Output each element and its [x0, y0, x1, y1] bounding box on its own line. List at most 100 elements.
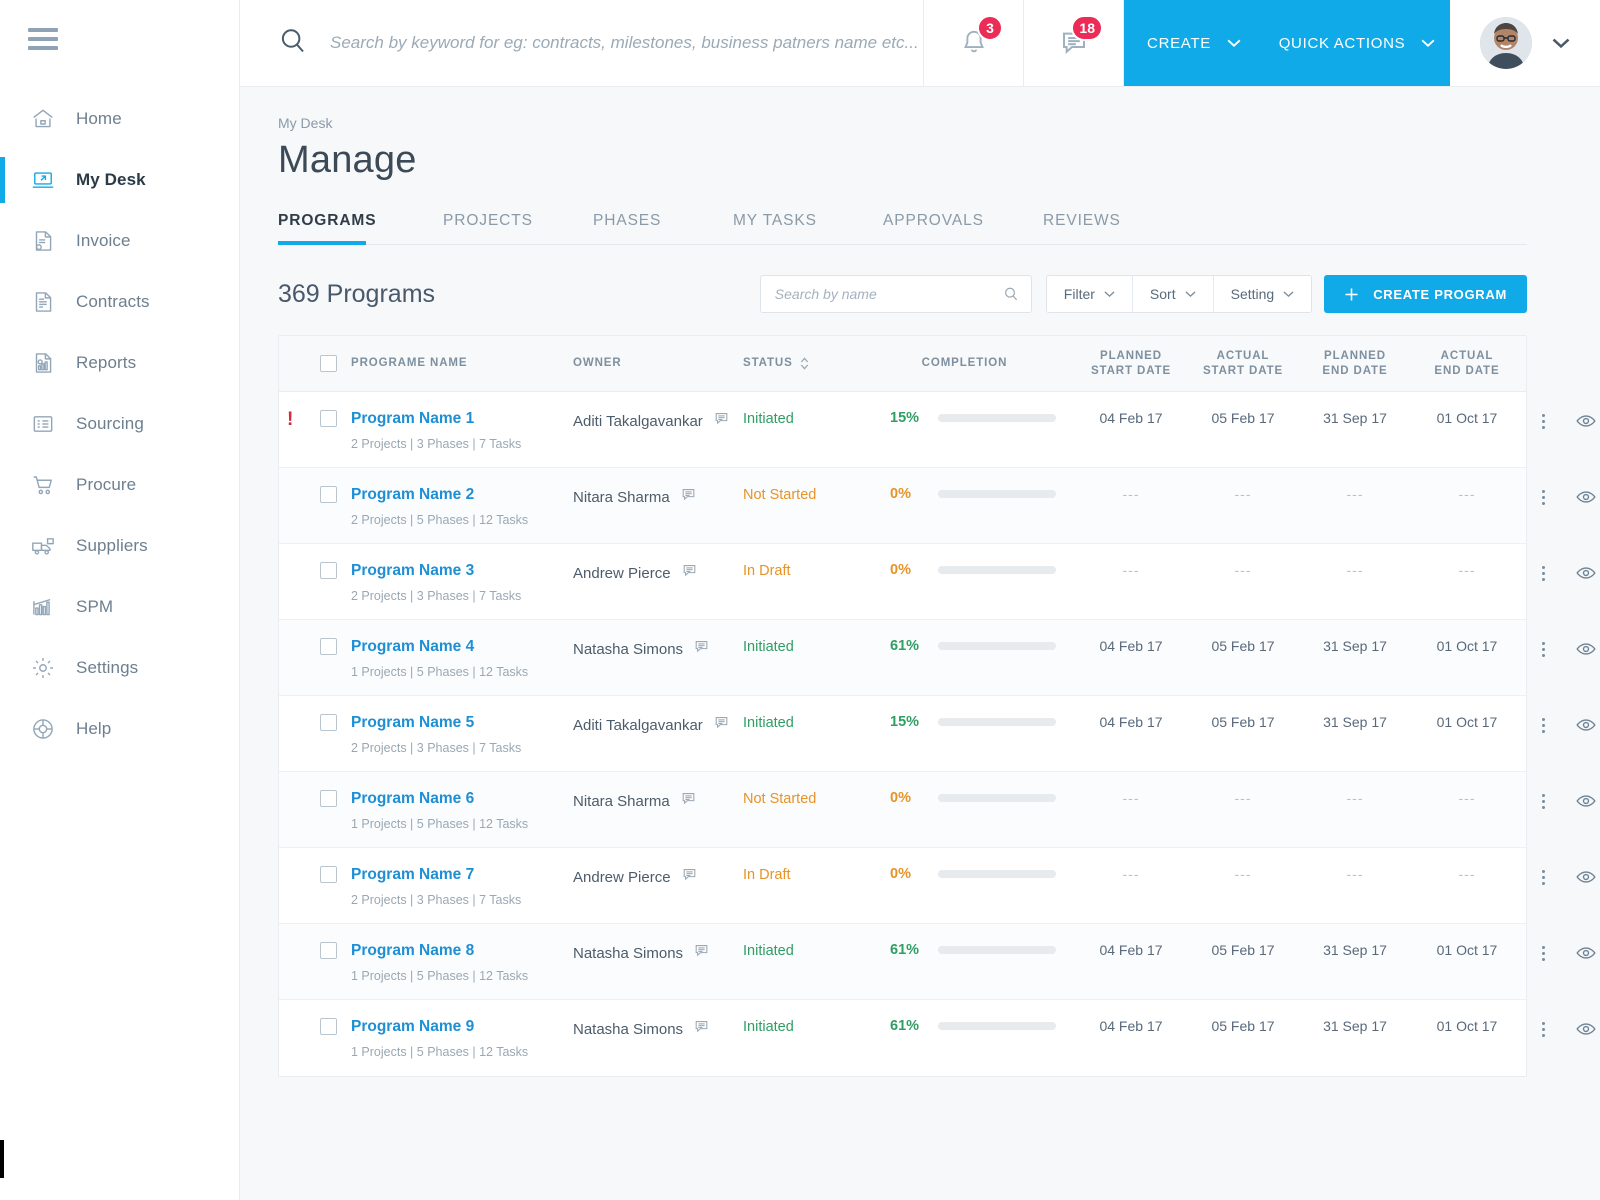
name-search[interactable]: [759, 275, 1032, 313]
sidebar-item-home[interactable]: Home: [0, 88, 239, 149]
row-menu-icon[interactable]: [1541, 866, 1545, 885]
sidebar-item-spm[interactable]: SPM: [0, 576, 239, 637]
header-actual-end-date[interactable]: ACTUAL END DATE: [1411, 349, 1523, 378]
program-name-link[interactable]: Program Name 1: [351, 410, 573, 428]
eye-icon[interactable]: [1575, 410, 1597, 437]
row-checkbox[interactable]: [319, 562, 337, 579]
eye-icon[interactable]: [1575, 714, 1597, 741]
row-menu-icon[interactable]: [1541, 714, 1545, 733]
table-row[interactable]: Program Name 3 2 Projects | 3 Phases | 7 …: [279, 544, 1596, 620]
comment-icon[interactable]: [681, 562, 698, 584]
tab-my-tasks[interactable]: MY TASKS: [733, 212, 883, 244]
program-meta: 1 Projects | 5 Phases | 12 Tasks: [351, 817, 529, 831]
filter-button[interactable]: Filter: [1046, 276, 1133, 312]
eye-icon[interactable]: [1575, 866, 1597, 893]
global-search-input[interactable]: [330, 33, 923, 53]
row-checkbox[interactable]: [319, 942, 337, 959]
header-planned-start-date[interactable]: PLANNED START DATE: [1075, 349, 1187, 378]
comment-icon[interactable]: [693, 638, 710, 660]
quick-actions-button[interactable]: QUICK ACTIONS: [1264, 0, 1450, 86]
row-checkbox[interactable]: [319, 714, 337, 731]
table-row[interactable]: Program Name 7 2 Projects | 3 Phases | 7 …: [279, 848, 1596, 924]
header-completion[interactable]: COMPLETION: [890, 356, 1075, 370]
row-menu-icon[interactable]: [1541, 562, 1545, 581]
row-menu-icon[interactable]: [1541, 790, 1545, 809]
breadcrumb[interactable]: My Desk: [278, 115, 1600, 131]
header-actual-start-date[interactable]: ACTUAL START DATE: [1187, 349, 1299, 378]
sidebar-item-sourcing[interactable]: Sourcing: [0, 393, 239, 454]
eye-icon[interactable]: [1575, 486, 1597, 513]
row-checkbox[interactable]: [319, 638, 337, 655]
table-row[interactable]: Program Name 2 2 Projects | 5 Phases | 12…: [279, 468, 1596, 544]
tab-projects[interactable]: PROJECTS: [443, 212, 593, 244]
row-checkbox[interactable]: [319, 1018, 337, 1035]
cell-planned-end: ---: [1346, 486, 1364, 502]
setting-button[interactable]: Setting: [1213, 276, 1312, 312]
create-button[interactable]: CREATE: [1124, 0, 1264, 86]
name-search-input[interactable]: [774, 286, 1003, 302]
program-name-link[interactable]: Program Name 9: [351, 1018, 573, 1036]
table-row[interactable]: Program Name 4 1 Projects | 5 Phases | 12…: [279, 620, 1596, 696]
header-planned-end-date[interactable]: PLANNED END DATE: [1299, 349, 1411, 378]
sidebar-item-settings[interactable]: Settings: [0, 637, 239, 698]
header-program-name[interactable]: PROGRAME NAME: [351, 356, 573, 370]
sort-button[interactable]: Sort: [1132, 276, 1214, 312]
sidebar-item-suppliers[interactable]: Suppliers: [0, 515, 239, 576]
sidebar-item-my-desk[interactable]: My Desk: [0, 149, 239, 210]
cell-view: [1563, 1018, 1600, 1045]
program-name-link[interactable]: Program Name 7: [351, 866, 573, 884]
program-name-link[interactable]: Program Name 8: [351, 942, 573, 960]
row-menu-icon[interactable]: [1541, 638, 1545, 657]
create-program-button[interactable]: CREATE PROGRAM: [1324, 275, 1527, 313]
comment-icon[interactable]: [693, 942, 710, 964]
row-checkbox[interactable]: [319, 486, 337, 503]
cell-planned-start: 04 Feb 17: [1099, 638, 1163, 654]
table-row[interactable]: Program Name 9 1 Projects | 5 Phases | 12…: [279, 1000, 1596, 1076]
table-row[interactable]: Program Name 5 2 Projects | 3 Phases | 7 …: [279, 696, 1596, 772]
comment-icon[interactable]: [713, 714, 730, 736]
program-name-link[interactable]: Program Name 6: [351, 790, 573, 808]
select-all-checkbox[interactable]: [319, 355, 337, 372]
row-menu-icon[interactable]: [1541, 1018, 1545, 1037]
header-status[interactable]: STATUS: [743, 356, 890, 370]
comment-icon[interactable]: [680, 486, 697, 508]
eye-icon[interactable]: [1575, 942, 1597, 969]
global-search[interactable]: [240, 0, 924, 86]
sidebar-item-contracts[interactable]: Contracts: [0, 271, 239, 332]
tab-reviews[interactable]: REVIEWS: [1043, 212, 1183, 244]
notifications-button[interactable]: 3: [924, 0, 1024, 86]
row-checkbox[interactable]: [319, 866, 337, 883]
program-name-link[interactable]: Program Name 3: [351, 562, 573, 580]
comment-icon[interactable]: [680, 790, 697, 812]
comment-icon[interactable]: [693, 1018, 710, 1040]
eye-icon[interactable]: [1575, 638, 1597, 665]
comment-icon[interactable]: [713, 410, 730, 432]
comment-icon[interactable]: [681, 866, 698, 888]
user-menu[interactable]: [1450, 0, 1600, 86]
program-name-link[interactable]: Program Name 2: [351, 486, 573, 504]
tab-programs[interactable]: PROGRAMS: [278, 212, 443, 245]
sidebar-item-procure[interactable]: Procure: [0, 454, 239, 515]
sidebar-item-help[interactable]: Help: [0, 698, 239, 759]
table-row[interactable]: Program Name 6 1 Projects | 5 Phases | 12…: [279, 772, 1596, 848]
row-menu-icon[interactable]: [1541, 486, 1545, 505]
table-row[interactable]: ! Program Name 1 2 Projects | 3 Phases | 7…: [279, 392, 1596, 468]
row-checkbox[interactable]: [319, 410, 337, 427]
header-owner[interactable]: OWNER: [573, 356, 743, 370]
row-menu-icon[interactable]: [1541, 942, 1545, 961]
sidebar-item-invoice[interactable]: Invoice: [0, 210, 239, 271]
hamburger-menu-icon[interactable]: [28, 28, 58, 50]
program-name-link[interactable]: Program Name 5: [351, 714, 573, 732]
tab-approvals[interactable]: APPROVALS: [883, 212, 1043, 244]
eye-icon[interactable]: [1575, 562, 1597, 589]
completion-percent: 0%: [890, 790, 911, 806]
program-name-link[interactable]: Program Name 4: [351, 638, 573, 656]
table-row[interactable]: Program Name 8 1 Projects | 5 Phases | 12…: [279, 924, 1596, 1000]
row-menu-icon[interactable]: [1541, 410, 1545, 429]
eye-icon[interactable]: [1575, 790, 1597, 817]
tab-phases[interactable]: PHASES: [593, 212, 733, 244]
messages-button[interactable]: 18: [1024, 0, 1124, 86]
row-checkbox[interactable]: [319, 790, 337, 807]
sidebar-item-reports[interactable]: Reports: [0, 332, 239, 393]
eye-icon[interactable]: [1575, 1018, 1597, 1045]
